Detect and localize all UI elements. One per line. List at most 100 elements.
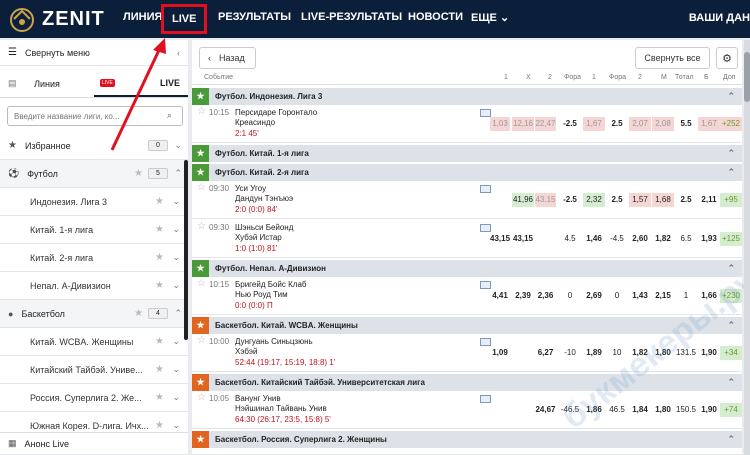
league-header[interactable]: ★ Футбол. Непал. А-Дивизион ⌃ [192, 260, 742, 277]
odds-cell[interactable]: 1,89 [583, 346, 605, 360]
odds-cell[interactable]: 2,15 [652, 289, 674, 303]
tv-icon[interactable] [480, 109, 491, 117]
league-header[interactable]: ★ Футбол. Китай. 1-я лига ⌃ [192, 145, 742, 162]
odds-cell[interactable] [512, 346, 534, 360]
star-icon[interactable]: ★ [192, 374, 209, 391]
odds-cell[interactable]: 43,15 [490, 232, 510, 246]
odds-cell[interactable] [490, 193, 510, 207]
odds-cell[interactable] [535, 232, 556, 246]
nav-live-results[interactable]: LIVE-РЕЗУЛЬТАТЫ [301, 11, 402, 23]
odds-cell[interactable]: +95 [720, 193, 742, 207]
odds-cell[interactable]: 2,32 [583, 193, 605, 207]
league-header[interactable]: ★ Футбол. Индонезия. Лига 3 ⌃ [192, 88, 742, 105]
sidebar-item-china-1[interactable]: Китай. 1-я лига ★ ⌄ [0, 216, 188, 244]
sidebar-item-favorites[interactable]: ★ Избранное 0 ⌄ [0, 132, 188, 160]
tv-icon[interactable] [480, 224, 491, 232]
league-header[interactable]: ★ Баскетбол. Китайский Тайбэй. Университе… [192, 374, 742, 391]
odds-cell[interactable]: 1,09 [490, 346, 510, 360]
odds-cell[interactable]: 2.5 [606, 117, 628, 131]
sidebar-item-china-2[interactable]: Китай. 2-я лига ★ ⌄ [0, 244, 188, 272]
tv-icon[interactable] [480, 185, 491, 193]
sidebar-item-basketball[interactable]: ● Баскетбол ★ 4 ⌃ [0, 300, 188, 328]
star-icon[interactable]: ★ [155, 336, 164, 347]
star-icon[interactable]: ★ [134, 308, 143, 319]
star-icon[interactable]: ★ [134, 168, 143, 179]
odds-cell[interactable]: -2.5 [558, 193, 582, 207]
odds-cell[interactable]: 6,27 [535, 346, 556, 360]
star-icon[interactable]: ☆ [197, 221, 206, 232]
odds-cell[interactable]: 12,16 [512, 117, 534, 131]
back-button[interactable]: ‹ Назад [199, 47, 256, 69]
odds-cell[interactable]: +125 [720, 232, 742, 246]
zenit-logo[interactable] [8, 5, 36, 33]
odds-cell[interactable]: 43,15 [535, 193, 556, 207]
sidebar-item-wcba[interactable]: Китай. WCBA. Женщины ★ ⌄ [0, 328, 188, 356]
gear-icon[interactable]: ⚙ [716, 47, 738, 69]
match-row[interactable]: ☆ 10:05 Ванунг Унив Нэйшинал Тайвань Унив 64… [192, 391, 742, 429]
sidebar-scrollbar[interactable] [184, 160, 188, 340]
odds-cell[interactable]: 1,82 [652, 232, 674, 246]
odds-cell[interactable]: 2,39 [512, 289, 534, 303]
odds-cell[interactable]: 1,46 [583, 232, 605, 246]
collapse-all-button[interactable]: Свернуть все [635, 47, 710, 69]
star-icon[interactable]: ★ [155, 196, 164, 207]
odds-cell[interactable]: 0 [558, 289, 582, 303]
tv-icon[interactable] [480, 281, 491, 289]
odds-cell[interactable]: +34 [720, 346, 742, 360]
odds-cell[interactable]: 2.5 [675, 193, 697, 207]
match-row-partial[interactable] [192, 448, 742, 455]
odds-cell[interactable]: 2,08 [652, 117, 674, 131]
odds-cell[interactable]: 1,67 [583, 117, 605, 131]
star-icon[interactable]: ☆ [197, 106, 206, 117]
league-header[interactable]: ★ Футбол. Китай. 2-я лига ⌃ [192, 164, 742, 181]
match-row[interactable]: ☆ 09:30 Шэньси Бейонд Хубэй Истар 1:0 (1:0) … [192, 220, 742, 258]
sidebar-item-taipei[interactable]: Китайский Тайбэй. Униве... ★ ⌄ [0, 356, 188, 384]
star-icon[interactable]: ☆ [197, 335, 206, 346]
odds-cell[interactable]: 1,84 [629, 403, 651, 417]
odds-cell[interactable]: 1,43 [629, 289, 651, 303]
odds-cell[interactable]: 1,90 [698, 403, 720, 417]
nav-more[interactable]: ЕЩЕ ⌄ [471, 11, 509, 24]
star-icon[interactable]: ★ [155, 364, 164, 375]
odds-cell[interactable]: 1,90 [698, 346, 720, 360]
sidebar-item-football[interactable]: ⚽ Футбол ★ 5 ⌃ [0, 160, 188, 188]
star-icon[interactable]: ★ [192, 317, 209, 334]
odds-cell[interactable]: 6.5 [675, 232, 697, 246]
star-icon[interactable]: ☆ [197, 278, 206, 289]
league-header[interactable]: ★ Баскетбол. Россия. Суперлига 2. Женщины… [192, 431, 742, 448]
main-scrollbar-thumb[interactable] [744, 52, 750, 102]
tv-icon[interactable] [480, 395, 491, 403]
star-icon[interactable]: ☆ [197, 182, 206, 193]
odds-cell[interactable]: 22,47 [535, 117, 556, 131]
odds-cell[interactable]: 4.5 [558, 232, 582, 246]
sidebar-item-indonesia-liga3[interactable]: Индонезия. Лига 3 ★ ⌄ [0, 188, 188, 216]
odds-cell[interactable]: 1,93 [698, 232, 720, 246]
odds-cell[interactable]: 24,67 [535, 403, 556, 417]
star-icon[interactable]: ★ [192, 164, 209, 181]
tab-line[interactable]: ▤ Линия [0, 70, 94, 97]
star-icon[interactable]: ★ [155, 392, 164, 403]
odds-cell[interactable]: 150.5 [675, 403, 697, 417]
tab-live[interactable]: LIVE LIVE [94, 70, 188, 97]
odds-cell[interactable]: +252 [720, 117, 742, 131]
nav-line[interactable]: ЛИНИЯ [123, 11, 162, 23]
odds-cell[interactable]: 43,15 [512, 232, 534, 246]
sidebar-item-anons[interactable]: ▦ Анонс Live [0, 432, 188, 455]
tv-icon[interactable] [480, 338, 491, 346]
odds-cell[interactable]: 0 [606, 289, 628, 303]
user-account[interactable]: ВАШИ ДАН [689, 12, 750, 24]
collapse-menu[interactable]: ☰ Свернуть меню ‹ [0, 40, 188, 66]
odds-cell[interactable]: 2,07 [629, 117, 651, 131]
star-icon[interactable]: ★ [192, 431, 209, 448]
odds-cell[interactable]: 1,57 [629, 193, 651, 207]
odds-cell[interactable]: 41,96 [512, 193, 534, 207]
odds-cell[interactable]: 1,80 [652, 403, 674, 417]
brand-name[interactable]: ZENIT [42, 8, 105, 31]
main-scrollbar[interactable] [744, 40, 750, 455]
nav-live[interactable]: LIVE [161, 4, 208, 34]
odds-cell[interactable]: 4,41 [490, 289, 510, 303]
star-icon[interactable]: ★ [155, 280, 164, 291]
odds-cell[interactable]: 2,11 [698, 193, 720, 207]
odds-cell[interactable]: 5.5 [675, 117, 697, 131]
odds-cell[interactable]: 2,69 [583, 289, 605, 303]
